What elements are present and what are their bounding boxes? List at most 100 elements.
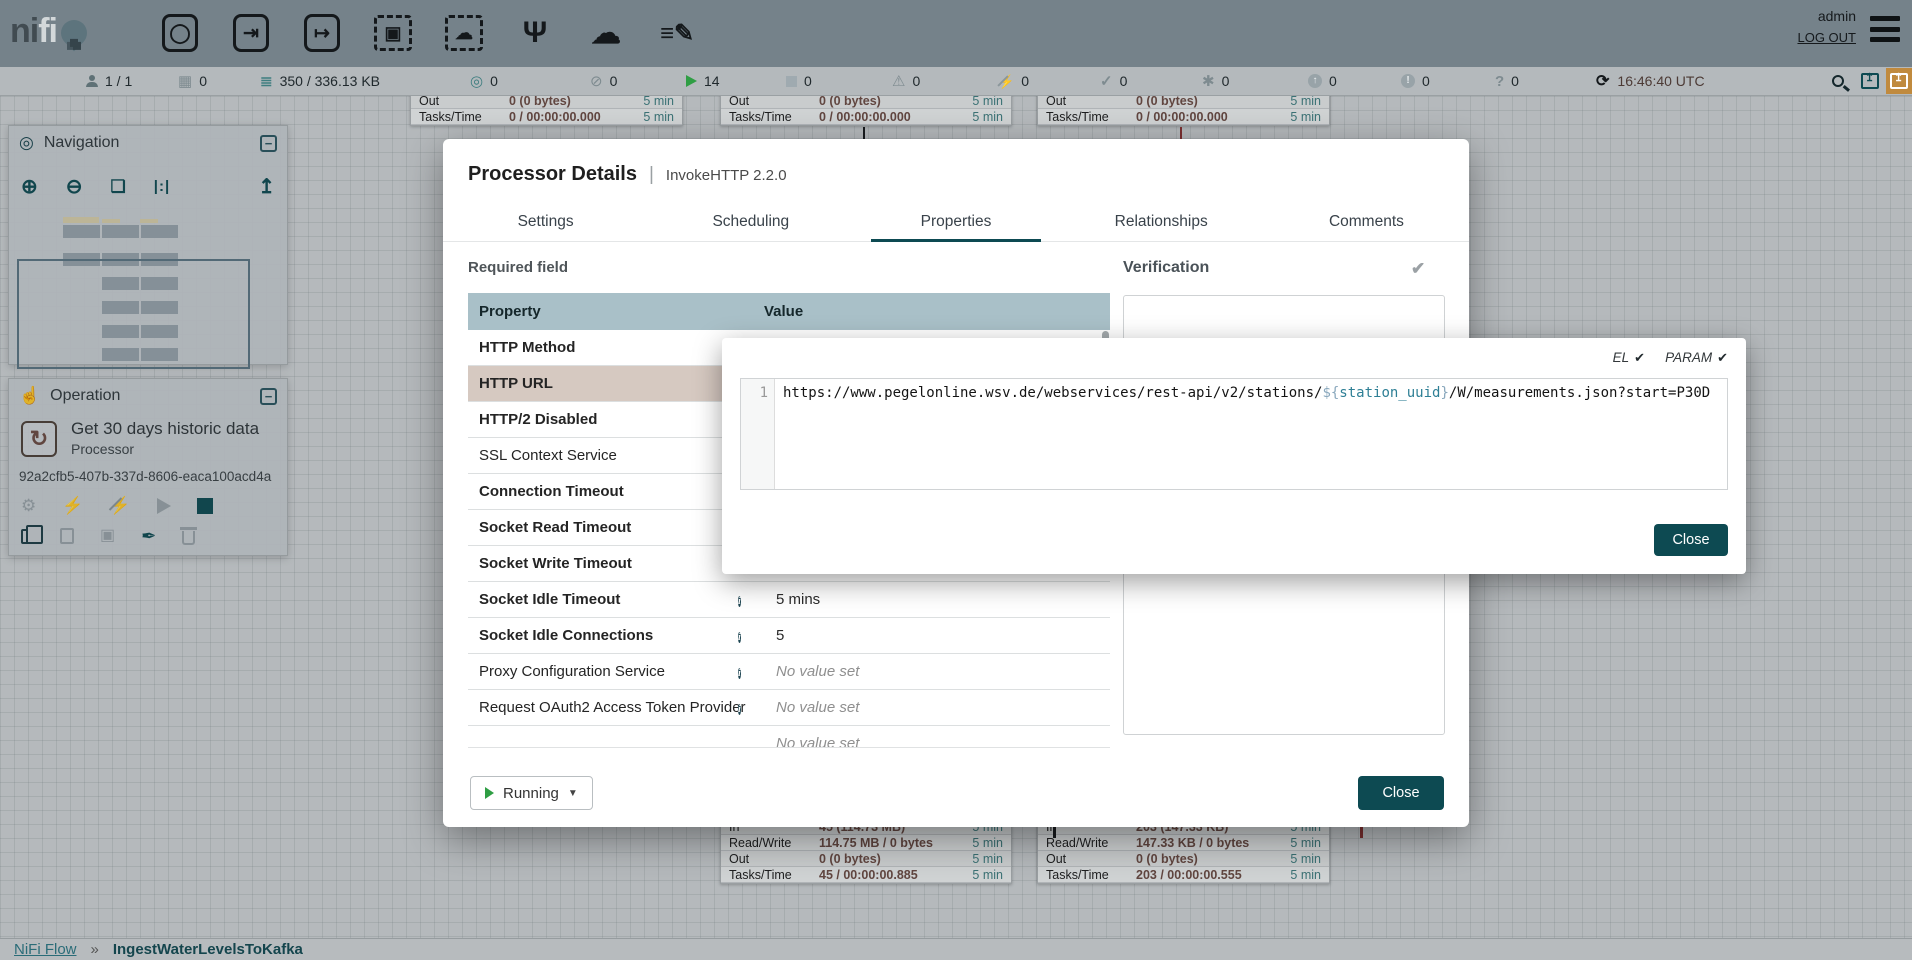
property-name: Socket Write Timeout (468, 555, 738, 572)
process-group-icon[interactable]: ▣ (371, 11, 415, 55)
breadcrumb-root-link[interactable]: NiFi Flow (14, 941, 77, 958)
status-sync-failure: !0 (1401, 67, 1430, 95)
start-icon[interactable] (157, 498, 171, 514)
zoom-in-icon[interactable]: ⊕ (21, 174, 38, 199)
processor-type-version: InvokeHTTP 2.2.0 (666, 167, 787, 184)
property-row[interactable]: Socket Idle Connectionsi5 (468, 618, 1110, 654)
dialog-title: Processor Details (468, 163, 637, 186)
status-unknown: ?0 (1495, 67, 1519, 95)
value-code-editor[interactable]: 1 https://www.pegelonline.wsv.de/webserv… (740, 378, 1728, 490)
editor-close-button[interactable]: Close (1654, 524, 1728, 556)
required-field-label: Required field (468, 259, 568, 276)
minimap-viewport[interactable] (17, 259, 250, 369)
info-icon[interactable]: i (738, 627, 764, 645)
verification-check-icon[interactable]: ✔ (1411, 259, 1425, 279)
tab-scheduling[interactable]: Scheduling (648, 205, 853, 241)
toggle-panel-button[interactable] (1856, 68, 1884, 94)
stat-row: Tasks/Time0 / 00:00:00.0005 min (1038, 109, 1329, 125)
status-stale: ↑0 (1308, 67, 1337, 95)
go-up-icon[interactable]: ↥ (258, 174, 275, 199)
property-value[interactable]: No value set (764, 735, 1110, 748)
breadcrumb-current: IngestWaterLevelsToKafka (113, 941, 303, 958)
remote-process-group-icon[interactable]: ☁ (442, 11, 486, 55)
enable-icon[interactable]: ⚡ (62, 497, 83, 514)
global-menu-icon[interactable] (1870, 16, 1900, 42)
last-refresh-time: 16:46:40 UTC (1617, 73, 1704, 89)
tab-properties[interactable]: Properties (853, 205, 1058, 241)
dialog-tabs: SettingsSchedulingPropertiesRelationship… (443, 205, 1469, 242)
zoom-out-icon[interactable]: ⊖ (66, 174, 83, 199)
color-brush-icon[interactable]: ✒ (141, 527, 156, 545)
property-name: SSL Context Service (468, 447, 738, 464)
status-transmitting: ◎0 (470, 67, 498, 95)
property-row[interactable]: Request OAuth2 Access Token ProvideriNo … (468, 690, 1110, 726)
template-icon[interactable]: ☁ (584, 11, 628, 55)
status-disabled: ⚡0 (998, 67, 1029, 95)
selected-component-id: 92a2cfb5-407b-337d-8606-eaca100acd4a (19, 469, 271, 484)
refresh-icon[interactable]: ⟳ (1596, 71, 1609, 91)
copy-icon[interactable] (21, 529, 34, 544)
logout-link[interactable]: LOG OUT (1797, 30, 1856, 45)
nifi-drop-icon (56, 15, 93, 52)
stop-icon[interactable] (197, 498, 213, 514)
group-icon[interactable]: ▣ (100, 528, 115, 544)
paste-icon[interactable] (60, 528, 74, 544)
tab-settings[interactable]: Settings (443, 205, 648, 241)
info-icon[interactable]: i (738, 699, 764, 717)
property-row[interactable]: Socket Idle Timeouti5 mins (468, 582, 1110, 618)
property-name: HTTP URL (468, 375, 738, 392)
stat-row: Tasks/Time45 / 00:00:00.8855 min (721, 867, 1011, 883)
breadcrumb: NiFi Flow » IngestWaterLevelsToKafka (0, 938, 1912, 960)
tab-comments[interactable]: Comments (1264, 205, 1469, 241)
zoom-actual-icon[interactable]: |:| (154, 178, 170, 195)
chevron-down-icon: ▼ (568, 788, 578, 799)
operation-panel: ☝ Operation − ↻ Get 30 days historic dat… (8, 378, 288, 556)
status-running: 14 (686, 67, 720, 95)
search-button[interactable] (1824, 68, 1852, 94)
run-state-button[interactable]: Running ▼ (470, 776, 593, 810)
editor-capability-badges: EL✔ PARAM✔ (1613, 350, 1728, 366)
property-value-editor: EL✔ PARAM✔ 1 https://www.pegelonline.wsv… (722, 338, 1746, 574)
collapse-navigation-button[interactable]: − (260, 135, 277, 152)
property-value[interactable]: 5 (764, 627, 1110, 644)
output-port-icon[interactable]: ↦ (300, 11, 344, 55)
dialog-title-row: Processor Details | InvokeHTTP 2.2.0 (468, 163, 787, 186)
property-row[interactable]: No value set (468, 726, 1110, 748)
stat-row: Read/Write147.33 KB / 0 bytes5 min (1038, 835, 1329, 851)
birdseye-minimap[interactable] (13, 213, 283, 373)
property-value[interactable]: 5 mins (764, 591, 1110, 608)
status-cluster: 1 / 1 (86, 67, 132, 95)
tab-relationships[interactable]: Relationships (1059, 205, 1264, 241)
zoom-fit-icon[interactable]: ❏ (111, 177, 126, 197)
property-name: Proxy Configuration Service (468, 663, 738, 680)
param-badge: PARAM✔ (1665, 350, 1728, 366)
processor-stats-table: In203 (147.33 KB)5 minRead/Write147.33 K… (1037, 818, 1330, 884)
property-name: Request OAuth2 Access Token Provider (468, 699, 738, 716)
dialog-close-button[interactable]: Close (1358, 776, 1444, 810)
status-locally-modified: ✱0 (1202, 67, 1229, 95)
status-up-to-date: ✓0 (1100, 67, 1127, 95)
processor-icon[interactable]: ◯ (158, 11, 202, 55)
verification-label: Verification (1123, 259, 1209, 277)
property-value-text[interactable]: https://www.pegelonline.wsv.de/webservic… (775, 379, 1710, 489)
input-port-icon[interactable]: ⇥ (229, 11, 273, 55)
active-panel-button[interactable] (1886, 68, 1912, 94)
properties-table-header: Property Value (468, 293, 1110, 330)
property-value[interactable]: No value set (764, 699, 1110, 716)
funnel-icon[interactable]: Ψ (513, 11, 557, 55)
processor-type-icon: ↻ (21, 421, 57, 457)
delete-icon[interactable] (182, 531, 195, 545)
property-name: Socket Idle Timeout (468, 591, 738, 608)
property-row[interactable]: Proxy Configuration ServiceiNo value set (468, 654, 1110, 690)
info-icon[interactable]: i (738, 591, 764, 609)
configure-icon[interactable]: ⚙ (21, 497, 36, 514)
compass-icon: ◎ (19, 133, 34, 153)
stat-row: Tasks/Time0 / 00:00:00.0005 min (721, 109, 1011, 125)
info-icon[interactable]: i (738, 663, 764, 681)
collapse-operation-button[interactable]: − (260, 388, 277, 405)
navigation-panel-title: Navigation (44, 134, 120, 152)
property-value[interactable]: No value set (764, 663, 1110, 680)
label-icon[interactable]: ≡✎ (655, 11, 699, 55)
running-play-icon (485, 787, 494, 799)
disable-icon[interactable]: ⚡ (109, 497, 130, 514)
